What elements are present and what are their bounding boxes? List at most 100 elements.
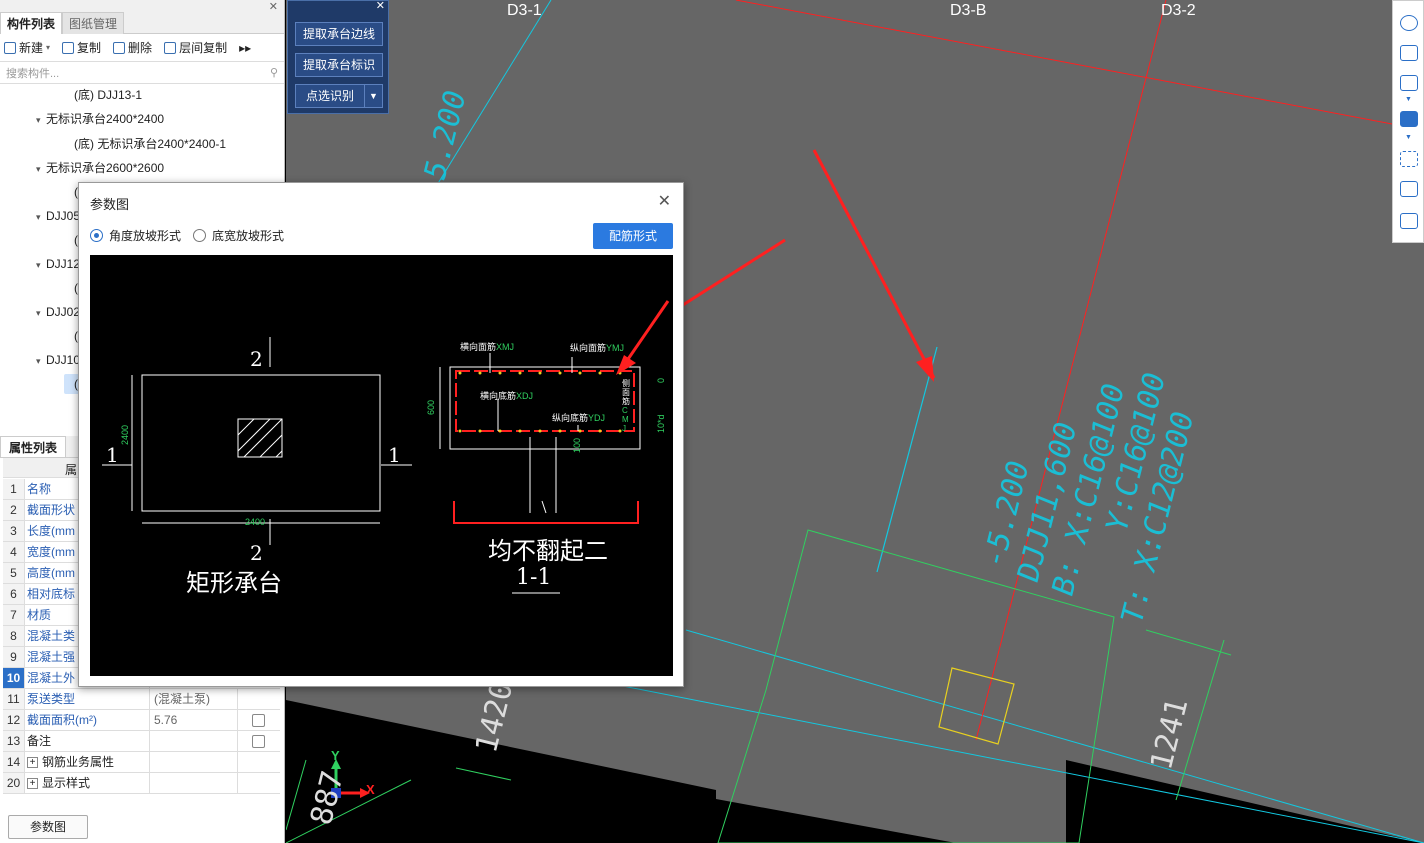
row-number: 1 bbox=[3, 479, 25, 499]
new-button[interactable]: 新建 ▾ bbox=[4, 39, 50, 56]
property-row[interactable]: 12 截面面积(m²) 5.76 bbox=[3, 710, 280, 731]
axis-label: D3-B bbox=[950, 2, 987, 19]
property-name: 截面面积(m²) bbox=[25, 710, 150, 730]
axis-label: D3-1 bbox=[507, 2, 542, 19]
radio-width-slope[interactable] bbox=[193, 229, 207, 242]
param-diagram-svg bbox=[102, 300, 670, 594]
row-number: 10 bbox=[3, 668, 25, 688]
floor-copy-icon bbox=[164, 41, 177, 54]
tree-group[interactable]: ▾ DJJ10 bbox=[36, 350, 80, 370]
search-icon[interactable]: ⚲ bbox=[270, 66, 278, 79]
tab-property-list[interactable]: 属性列表 bbox=[0, 436, 67, 457]
chevron-down-icon[interactable]: ▼ bbox=[364, 85, 382, 107]
expand-arrow-icon[interactable]: ▾ bbox=[36, 255, 46, 275]
property-value[interactable]: 5.76 bbox=[150, 710, 238, 730]
sphere-view-icon[interactable] bbox=[1400, 15, 1418, 31]
search-input[interactable]: 搜索构件... ⚲ bbox=[0, 62, 284, 84]
solid-cube-icon[interactable] bbox=[1400, 111, 1418, 127]
row-number: 2 bbox=[3, 500, 25, 520]
axis-y-label: Y bbox=[331, 748, 340, 763]
point-select-label: 点选识别 bbox=[306, 89, 355, 103]
new-label: 新建 bbox=[19, 41, 44, 55]
row-number: 8 bbox=[3, 626, 25, 646]
tree-group[interactable]: ▾ DJJ12 bbox=[36, 254, 80, 274]
expand-arrow-icon[interactable]: ▾ bbox=[36, 303, 46, 323]
row-number: 13 bbox=[3, 731, 25, 751]
rebar-label-side: 侧面筋CMJ bbox=[622, 379, 632, 433]
component-view-icon[interactable] bbox=[1400, 181, 1418, 197]
dim-text: 2400 bbox=[120, 424, 130, 445]
row-number: 7 bbox=[3, 605, 25, 625]
display-settings-icon[interactable] bbox=[1400, 213, 1418, 229]
section-label: 1-1 bbox=[516, 565, 552, 590]
property-value bbox=[150, 773, 238, 793]
chevron-down-icon[interactable]: ▼ bbox=[1405, 134, 1412, 141]
tree-group[interactable]: ▾ 无标识承台2400*2400 bbox=[36, 109, 164, 129]
close-icon[interactable]: ✕ bbox=[658, 191, 671, 211]
tree-group[interactable]: ▾ DJJ05 bbox=[36, 206, 80, 226]
slope-form-options: 角度放坡形式 底宽放坡形式 bbox=[90, 227, 284, 244]
property-row[interactable]: 13 备注 bbox=[3, 731, 280, 752]
fullscreen-icon[interactable] bbox=[1400, 151, 1418, 167]
chevron-down-icon[interactable]: ▾ bbox=[46, 43, 50, 52]
dim-text: 2400 bbox=[245, 517, 266, 527]
row-number: 14 bbox=[3, 752, 25, 772]
row-number: 11 bbox=[3, 689, 25, 709]
tree-item-label: (底) 无标识承台2400*2400-1 bbox=[74, 137, 227, 151]
tab-component-list[interactable]: 构件列表 bbox=[0, 12, 63, 34]
radio-angle-label[interactable]: 角度放坡形式 bbox=[109, 227, 181, 244]
floor-copy-button[interactable]: 层间复制 bbox=[164, 39, 227, 56]
rebar-label-xdj: 横向底筋XDJ bbox=[480, 389, 533, 402]
cube-view-icon[interactable] bbox=[1400, 75, 1418, 91]
radio-angle-slope[interactable] bbox=[90, 229, 103, 242]
point-select-button[interactable]: 点选识别 ▼ bbox=[295, 84, 383, 108]
property-row[interactable]: 14 + 钢筋业务属性 bbox=[3, 752, 280, 773]
tree-item[interactable]: (底) DJJ13-1 bbox=[74, 85, 142, 105]
property-value bbox=[150, 752, 238, 772]
rebar-label-ydj: 纵向底筋YDJ bbox=[552, 411, 605, 424]
extract-cap-edge-button[interactable]: 提取承台边线 bbox=[295, 22, 383, 46]
panel-close-icon[interactable]: ✕ bbox=[269, 0, 278, 13]
close-icon[interactable]: ✕ bbox=[376, 0, 385, 12]
expand-arrow-icon[interactable]: ▾ bbox=[36, 207, 46, 227]
extract-cap-label-button[interactable]: 提取承台标识 bbox=[295, 53, 383, 77]
property-value[interactable]: (混凝土泵) bbox=[150, 689, 238, 709]
expand-arrow-icon[interactable]: ▾ bbox=[36, 110, 46, 130]
expand-arrow-icon[interactable]: ▾ bbox=[36, 159, 46, 179]
row-number: 9 bbox=[3, 647, 25, 667]
property-row[interactable]: 20 + 显示样式 bbox=[3, 773, 280, 794]
rebar-code: CMJ bbox=[622, 406, 629, 433]
tree-item[interactable]: (底) 无标识承台2400*2400-1 bbox=[74, 134, 226, 154]
tree-group[interactable]: ▾ 无标识承台2600*2600 bbox=[36, 158, 164, 178]
new-icon bbox=[4, 41, 16, 54]
property-name: + 钢筋业务属性 bbox=[25, 752, 150, 772]
checkbox[interactable] bbox=[251, 734, 265, 748]
chevron-down-icon[interactable]: ▼ bbox=[1405, 96, 1412, 103]
param-diagram-button[interactable]: 参数图 bbox=[8, 815, 88, 839]
checkbox[interactable] bbox=[251, 713, 265, 727]
property-value[interactable] bbox=[150, 731, 238, 751]
reinforcement-form-button[interactable]: 配筋形式 bbox=[593, 223, 673, 249]
tab-drawing-management[interactable]: 图纸管理 bbox=[62, 12, 125, 34]
axis-x-label: X bbox=[366, 782, 375, 797]
radio-width-label[interactable]: 底宽放坡形式 bbox=[212, 227, 284, 244]
more-button[interactable]: ▸▸ bbox=[239, 41, 251, 55]
row-number: 20 bbox=[3, 773, 25, 793]
row-number: 12 bbox=[3, 710, 25, 730]
copy-label: 复制 bbox=[77, 41, 102, 55]
cut-mark-1: 1 bbox=[106, 443, 119, 467]
param-diagram-canvas: 2 2 1 1 2400 2400 矩形承台 600 100 0 10*d 横向… bbox=[90, 255, 673, 676]
property-row[interactable]: 11 泵送类型 (混凝土泵) bbox=[3, 689, 280, 710]
expand-plus-icon[interactable]: + bbox=[27, 778, 38, 790]
row-number: 3 bbox=[3, 521, 25, 541]
row-number: 6 bbox=[3, 584, 25, 604]
component-list-header: 构件列表 图纸管理 ✕ bbox=[0, 0, 284, 34]
tree-group[interactable]: ▾ DJJ02 bbox=[36, 302, 80, 322]
copy-button[interactable]: 复制 bbox=[62, 39, 101, 56]
3d-view-icon[interactable] bbox=[1400, 45, 1418, 61]
tree-group-label: DJJ10 bbox=[46, 353, 81, 367]
expand-arrow-icon[interactable]: ▾ bbox=[36, 351, 46, 371]
expand-plus-icon[interactable]: + bbox=[27, 757, 38, 769]
delete-button[interactable]: 删除 bbox=[113, 39, 152, 56]
floor-copy-label: 层间复制 bbox=[179, 41, 228, 55]
